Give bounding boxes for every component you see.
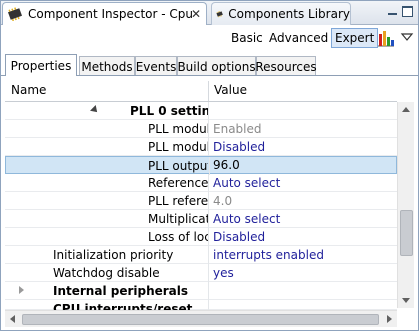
row-value[interactable]: yes	[213, 266, 234, 280]
table-row[interactable]: PLL referen 4.0	[5, 192, 397, 210]
close-icon[interactable]: ✕	[191, 7, 201, 21]
row-value[interactable]: interrupts enabled	[213, 248, 324, 262]
properties-table: Name Value PLL 0 settings PLL module Ena…	[5, 80, 416, 310]
mode-toolbar: Basic Advanced Expert	[1, 26, 418, 50]
row-value[interactable]: Disabled	[213, 230, 265, 244]
column-divider[interactable]	[208, 81, 209, 101]
tab-components-library[interactable]: Components Library	[211, 2, 351, 25]
column-header-value[interactable]: Value	[214, 83, 247, 97]
table-row[interactable]: Initialization priority interrupts enabl…	[5, 246, 397, 264]
tab-methods[interactable]: Methods	[79, 56, 135, 76]
row-name: PLL 0 settings	[130, 104, 208, 118]
row-name: PLL module	[148, 140, 208, 154]
row-name: Multiplicati	[148, 212, 208, 226]
table-row-selected[interactable]: PLL output 96.0	[5, 156, 397, 175]
table-row[interactable]: PLL 0 settings	[5, 102, 397, 120]
scroll-down-icon[interactable]	[402, 298, 410, 303]
table-header: Name Value	[5, 80, 397, 102]
row-name: PLL module	[148, 122, 208, 136]
tab-build-options[interactable]: Build options	[177, 56, 256, 76]
tab-label: Component Inspector - Cpu	[28, 7, 194, 21]
row-name: PLL output	[148, 159, 208, 173]
scroll-left-icon[interactable]	[10, 315, 15, 323]
table-row[interactable]: Loss of lock Disabled	[5, 228, 397, 246]
view-tab-bar: Component Inspector - Cpu ✕ Components L…	[1, 1, 418, 25]
component-chip-icon	[7, 7, 23, 21]
row-name: Watchdog disable	[53, 266, 160, 280]
vertical-scrollbar[interactable]	[397, 102, 414, 308]
row-name: Reference c	[148, 176, 208, 190]
maximize-icon[interactable]	[402, 6, 413, 17]
table-row[interactable]: CPU interrupts/reset	[5, 300, 397, 310]
table-row[interactable]: PLL module Disabled	[5, 138, 397, 156]
scroll-right-icon[interactable]	[387, 315, 392, 323]
scroll-up-icon[interactable]	[402, 107, 410, 112]
bar-chart-icon[interactable]	[376, 28, 396, 48]
horizontal-scroll-thumb[interactable]	[22, 314, 379, 325]
minimize-icon[interactable]	[387, 6, 398, 17]
table-row[interactable]: PLL module Enabled	[5, 120, 397, 138]
expanded-arrow-icon[interactable]	[90, 105, 100, 115]
tab-events[interactable]: Events	[135, 56, 177, 76]
table-row[interactable]: Reference c Auto select	[5, 174, 397, 192]
row-name: Loss of lock	[148, 230, 208, 244]
tab-properties[interactable]: Properties	[5, 54, 77, 76]
horizontal-scrollbar[interactable]	[5, 310, 397, 327]
tab-label: Components Library	[228, 7, 350, 21]
row-name: Initialization priority	[53, 248, 174, 262]
column-header-name[interactable]: Name	[11, 83, 46, 97]
window-controls	[387, 6, 415, 20]
table-row[interactable]: Multiplicati Auto select	[5, 210, 397, 228]
advanced-mode-button[interactable]: Advanced	[266, 28, 331, 48]
row-name: PLL referen	[148, 194, 208, 208]
tab-resources[interactable]: Resources	[255, 56, 317, 76]
table-row[interactable]: Internal peripherals	[5, 282, 397, 300]
row-name: Internal peripherals	[53, 284, 189, 298]
row-value: 4.0	[213, 194, 233, 208]
collapsed-arrow-icon[interactable]	[19, 286, 24, 294]
view-menu-icon[interactable]	[400, 30, 414, 44]
expert-mode-button[interactable]: Expert	[331, 28, 379, 48]
component-chip-icon	[216, 10, 223, 18]
component-inspector-view: Component Inspector - Cpu ✕ Components L…	[0, 0, 419, 331]
row-value: Enabled	[213, 122, 262, 136]
tab-component-inspector[interactable]: Component Inspector - Cpu ✕	[2, 2, 207, 25]
basic-mode-button[interactable]: Basic	[228, 28, 266, 48]
row-value[interactable]: Auto select	[213, 212, 280, 226]
table-row[interactable]: Watchdog disable yes	[5, 264, 397, 282]
row-value[interactable]: 96.0	[213, 158, 240, 172]
vertical-scroll-thumb[interactable]	[400, 210, 413, 256]
row-name: CPU interrupts/reset	[53, 302, 193, 310]
row-value[interactable]: Disabled	[213, 140, 265, 154]
row-value[interactable]: Auto select	[213, 176, 280, 190]
